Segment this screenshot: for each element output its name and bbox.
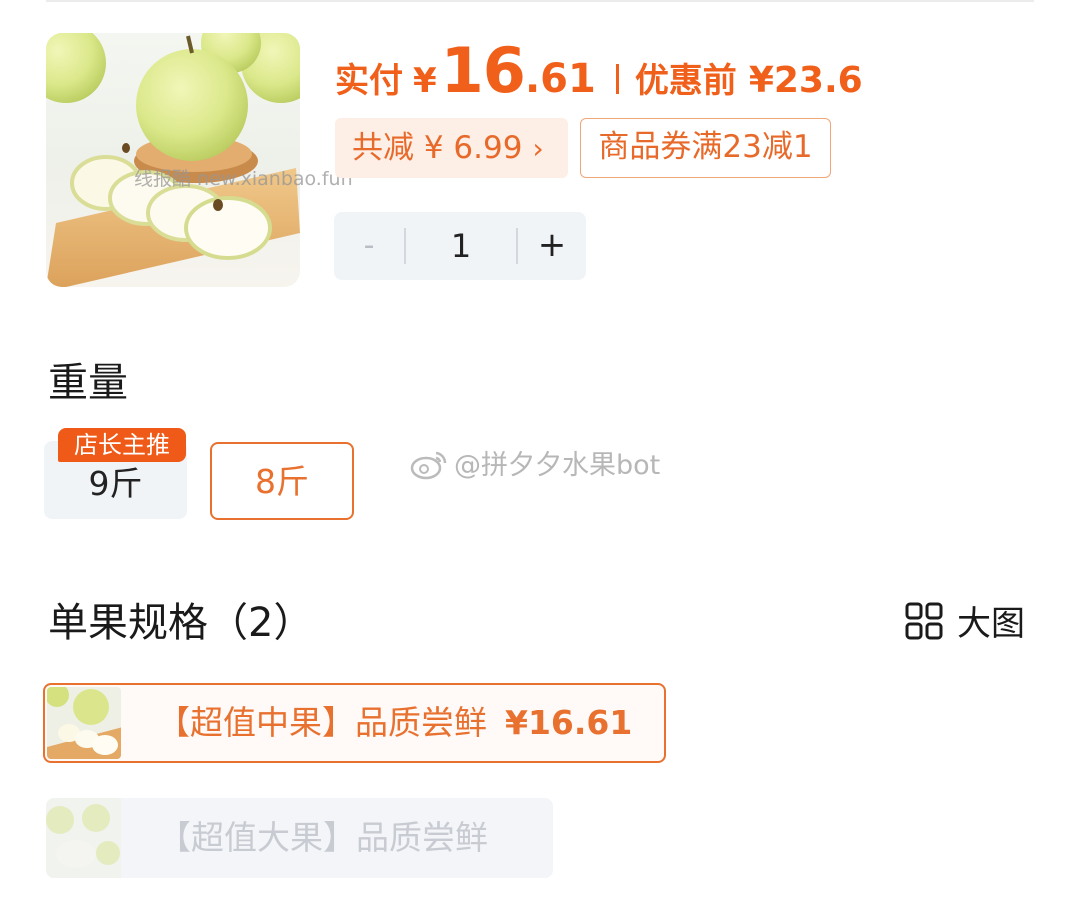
price-integer: 16 — [440, 34, 526, 107]
coupon-tag[interactable]: 商品券满23减1 — [580, 118, 831, 178]
spec-option-large[interactable]: 【超值大果】品质尝鲜 — [46, 798, 553, 878]
weight-option-8[interactable]: 8斤 — [210, 442, 354, 520]
chevron-right-icon: › — [532, 132, 544, 165]
product-image[interactable] — [46, 33, 300, 287]
original-price-label: 优惠前 — [634, 61, 737, 101]
weight-section-title: 重量 — [48, 360, 128, 406]
currency-symbol: ¥ — [413, 61, 437, 101]
weibo-watermark: @拼夕夕水果bot — [410, 443, 660, 482]
price-separator — [615, 64, 619, 94]
watermark-text: 线报酷 new.xianbao.fun — [134, 168, 353, 190]
big-view-toggle[interactable]: 大图 — [905, 596, 1025, 644]
top-divider — [46, 0, 1034, 2]
decrement-button[interactable]: - — [334, 212, 404, 280]
spec-name: 【超值中果】品质尝鲜 — [157, 703, 487, 742]
weibo-icon — [410, 451, 447, 480]
spec-price: ¥16.61 — [505, 703, 633, 742]
spec-label: 【超值大果】品质尝鲜 — [158, 818, 488, 857]
discount-text: 共减 ¥ 6.99 — [352, 130, 523, 166]
quantity-value[interactable]: 1 — [406, 212, 516, 280]
watermark-handle: @拼夕夕水果bot — [454, 450, 661, 481]
spec-section-title: 单果规格（2） — [48, 600, 314, 646]
original-price: ¥23.6 — [748, 60, 863, 101]
big-view-label: 大图 — [957, 604, 1025, 644]
pear-illustration — [46, 33, 300, 287]
spec-option-medium[interactable]: 【超值中果】品质尝鲜 ¥16.61 — [43, 683, 666, 763]
grid-icon — [905, 602, 943, 639]
spec-thumbnail — [46, 798, 121, 878]
increment-button[interactable]: + — [518, 212, 586, 280]
discount-tag[interactable]: 共减 ¥ 6.99 › — [335, 118, 568, 178]
actual-pay-label: 实付 — [335, 61, 403, 101]
price-decimal: .61 — [524, 56, 596, 102]
spec-thumbnail — [47, 687, 121, 759]
price-row: 实付 ¥16.61 优惠前 ¥23.6 — [335, 34, 863, 107]
spec-label: 【超值中果】品质尝鲜 ¥16.61 — [157, 685, 632, 761]
quantity-stepper: - 1 + — [334, 212, 586, 280]
recommend-badge: 店长主推 — [58, 428, 186, 462]
